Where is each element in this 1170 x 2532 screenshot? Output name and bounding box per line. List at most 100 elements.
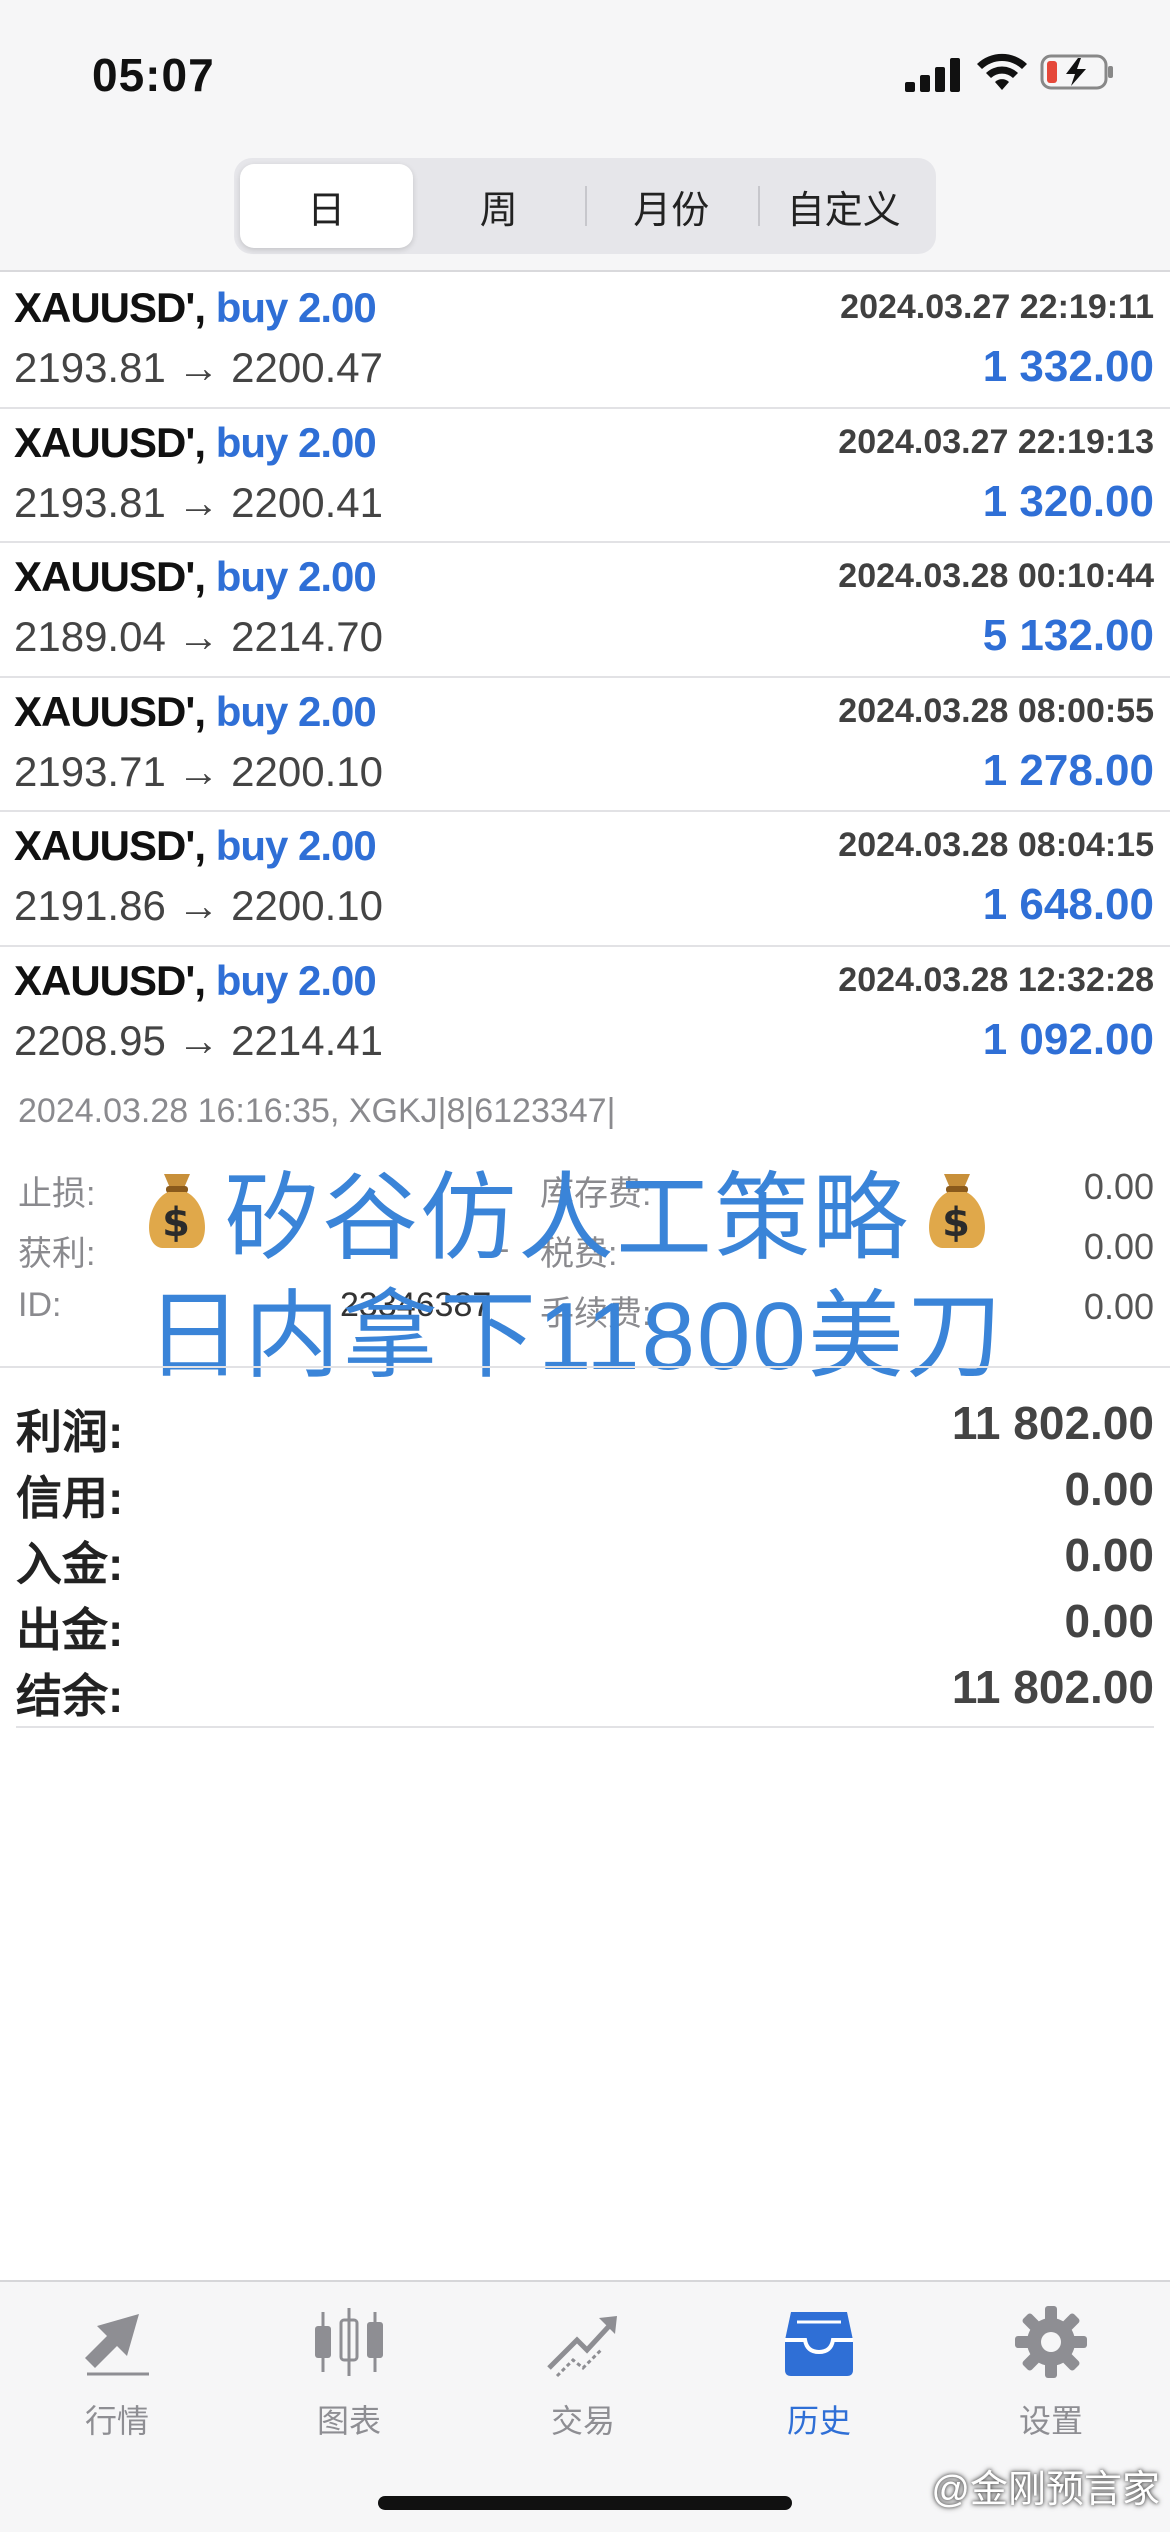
- take-profit-label: 获利:: [18, 1235, 96, 1273]
- deal-symbol-line: XAUUSD', buy 2.00: [14, 284, 377, 332]
- summary-panel: 利润: 11 802.00 信用: 0.00 入金: 0.00 出金: 0.00…: [0, 1366, 1170, 1726]
- summary-label: 入金:: [16, 1538, 124, 1590]
- deal-direction: buy 2.00: [215, 284, 377, 331]
- tab-settings[interactable]: 设置: [966, 2302, 1136, 2452]
- tab-quotes[interactable]: 行情: [32, 2302, 202, 2452]
- deal-direction: buy 2.00: [215, 687, 377, 735]
- tab-label: 历史: [786, 2403, 851, 2439]
- deal-direction: buy 2.00: [215, 956, 377, 1004]
- tab-label: 交易: [550, 2403, 615, 2439]
- deals-list: XAUUSD', buy 2.00 2024.03.27 22:19:11 21…: [0, 274, 1170, 1081]
- summary-value: 11 802.00: [951, 1397, 1154, 1449]
- deal-datetime: 2024.03.27 22:19:13: [838, 422, 1154, 461]
- take-profit-value: -: [498, 1230, 510, 1268]
- deal-symbol: XAUUSD',: [14, 687, 206, 735]
- deal-prices: 2191.86 → 2200.10: [14, 882, 383, 929]
- summary-row-deposit: 入金: 0.00: [0, 1520, 1170, 1590]
- deal-prices: 2208.95 → 2214.41: [14, 1016, 383, 1064]
- summary-divider: [16, 1726, 1154, 1728]
- gear-icon: [1015, 2306, 1087, 2378]
- deal-row[interactable]: XAUUSD', buy 2.00 2024.03.28 00:10:44 21…: [0, 543, 1170, 678]
- deal-row[interactable]: XAUUSD', buy 2.00 2024.03.28 08:04:15 21…: [0, 812, 1170, 947]
- swap-label: 库存费:: [540, 1175, 652, 1213]
- quotes-icon: [85, 2314, 149, 2376]
- tab-label: 行情: [84, 2403, 149, 2439]
- id-label: ID:: [18, 1286, 62, 1324]
- segment-month[interactable]: 月份: [585, 164, 758, 248]
- summary-row-withdrawal: 出金: 0.00: [0, 1586, 1170, 1656]
- stop-loss-value: -: [498, 1170, 510, 1208]
- deal-prices: 2193.71 → 2200.10: [14, 747, 383, 795]
- deal-symbol: XAUUSD',: [14, 553, 206, 600]
- deal-symbol-line: XAUUSD', buy 2.00: [14, 418, 377, 467]
- deal-profit: 5 132.00: [982, 611, 1154, 660]
- deal-symbol: XAUUSD',: [14, 284, 206, 331]
- tax-value: 0.00: [1083, 1226, 1154, 1267]
- detail-header: 2024.03.28 16:16:35, XGKJ|8|6123347|: [18, 1092, 616, 1130]
- deal-detail-panel[interactable]: 2024.03.28 16:16:35, XGKJ|8|6123347| 止损:…: [0, 1080, 1170, 1365]
- summary-value: 0.00: [1064, 1529, 1154, 1581]
- tab-charts[interactable]: 图表: [264, 2302, 434, 2452]
- home-indicator[interactable]: [378, 2496, 792, 2510]
- deal-symbol-line: XAUUSD', buy 2.00: [14, 956, 377, 1005]
- deal-profit: 1 332.00: [982, 342, 1154, 391]
- summary-label: 信用:: [16, 1472, 124, 1524]
- deal-row[interactable]: XAUUSD', buy 2.00 2024.03.27 22:19:11 21…: [0, 274, 1170, 409]
- tab-trade[interactable]: 交易: [498, 2302, 668, 2452]
- deal-prices: 2193.81 → 2200.47: [14, 344, 383, 391]
- period-segmented-control: 日 周 月份 自定义: [234, 158, 936, 254]
- deal-symbol: XAUUSD',: [14, 956, 206, 1004]
- swap-value: 0.00: [1083, 1166, 1154, 1207]
- history-icon: [785, 2312, 853, 2376]
- summary-row-balance: 结余: 11 802.00: [0, 1652, 1170, 1722]
- cellular-signal-icon: [905, 58, 960, 92]
- deal-datetime: 2024.03.28 08:04:15: [838, 826, 1154, 864]
- tab-history[interactable]: 历史: [734, 2302, 904, 2452]
- segment-day[interactable]: 日: [240, 164, 413, 248]
- status-time: 05:07: [92, 49, 215, 101]
- commission-label: 手续费:: [540, 1295, 652, 1333]
- deal-symbol-line: XAUUSD', buy 2.00: [14, 822, 377, 870]
- tab-label: 设置: [1018, 2403, 1083, 2439]
- deal-datetime: 2024.03.28 00:10:44: [838, 557, 1154, 595]
- deal-datetime: 2024.03.28 12:32:28: [838, 960, 1154, 999]
- deal-profit: 1 648.00: [982, 880, 1154, 929]
- tab-label: 图表: [316, 2403, 381, 2439]
- summary-label: 结余:: [16, 1670, 124, 1722]
- period-filter-bar: 日 周 月份 自定义: [0, 140, 1170, 272]
- tax-label: 税费:: [540, 1235, 618, 1273]
- wifi-icon: [977, 53, 1027, 90]
- deal-symbol-line: XAUUSD', buy 2.00: [14, 553, 377, 601]
- deal-row[interactable]: XAUUSD', buy 2.00 2024.03.28 08:00:55 21…: [0, 678, 1170, 812]
- commission-value: 0.00: [1083, 1286, 1154, 1327]
- stop-loss-label: 止损:: [18, 1175, 96, 1213]
- summary-value: 11 802.00: [951, 1661, 1154, 1713]
- deal-symbol: XAUUSD',: [14, 822, 206, 869]
- id-value: 23346387: [340, 1286, 492, 1324]
- deal-direction: buy 2.00: [215, 822, 377, 869]
- deal-prices: 2193.81 → 2200.41: [14, 478, 383, 526]
- deal-profit: 1 320.00: [982, 476, 1154, 526]
- summary-label: 利润:: [16, 1406, 124, 1458]
- status-bar: 05:07: [0, 0, 1170, 140]
- summary-value: 0.00: [1064, 1463, 1154, 1515]
- deal-datetime: 2024.03.28 08:00:55: [838, 691, 1154, 730]
- deal-symbol-line: XAUUSD', buy 2.00: [14, 687, 377, 736]
- summary-row-credit: 信用: 0.00: [0, 1454, 1170, 1524]
- deal-profit: 1 092.00: [982, 1014, 1154, 1064]
- deal-symbol: XAUUSD',: [14, 418, 206, 466]
- segment-custom[interactable]: 自定义: [757, 164, 931, 248]
- candlestick-chart-icon: [315, 2308, 383, 2376]
- deal-direction: buy 2.00: [215, 418, 377, 466]
- deal-profit: 1 278.00: [982, 745, 1154, 795]
- summary-label: 出金:: [16, 1604, 124, 1656]
- deal-row[interactable]: XAUUSD', buy 2.00 2024.03.27 22:19:13 21…: [0, 409, 1170, 543]
- segment-week[interactable]: 周: [413, 164, 586, 248]
- trade-icon: [547, 2316, 617, 2378]
- deal-row[interactable]: XAUUSD', buy 2.00 2024.03.28 12:32:28 22…: [0, 947, 1170, 1082]
- deal-datetime: 2024.03.27 22:19:11: [840, 288, 1154, 326]
- summary-row-profit: 利润: 11 802.00: [0, 1388, 1170, 1458]
- deal-direction: buy 2.00: [215, 553, 377, 600]
- battery-charging-icon: [1040, 54, 1113, 90]
- deal-prices: 2189.04 → 2214.70: [14, 613, 383, 660]
